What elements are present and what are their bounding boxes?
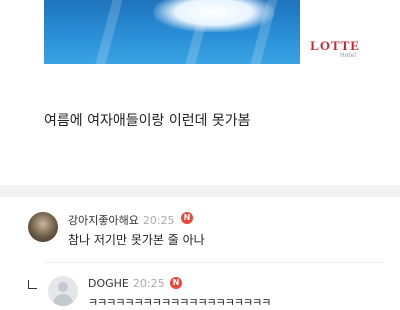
section-divider	[0, 185, 400, 197]
reply-arrow-icon	[28, 280, 37, 289]
reply-divider	[44, 262, 384, 263]
avatar-body	[53, 294, 73, 306]
comment-nickname[interactable]: 강아지좋아해요	[68, 214, 139, 227]
comment-time: 20:25	[142, 214, 175, 227]
comment-text: ㅋㅋㅋㅋㅋㅋㅋㅋㅋㅋㅋㅋㅋㅋㅋㅋㅋㅋㅋㅋ	[88, 296, 271, 309]
water-splash	[154, 0, 274, 32]
comment-meta: DOGHE 20:25	[88, 277, 165, 290]
default-avatar-icon[interactable]	[48, 276, 78, 306]
comment-time: 20:25	[132, 277, 165, 290]
comment-nickname[interactable]: DOGHE	[88, 277, 129, 290]
new-badge-icon: N	[181, 212, 193, 224]
avatar[interactable]	[28, 212, 58, 242]
slide-stripe	[95, 0, 123, 64]
avatar-head	[58, 282, 68, 292]
comment-meta: 강아지좋아해요 20:25	[68, 212, 175, 228]
new-badge-icon: N	[170, 277, 182, 289]
post-image[interactable]: LOTTE Hotel	[44, 0, 364, 64]
post-text: 여름에 여자애들이랑 이런데 못가봄	[44, 113, 251, 129]
watermark-sub: Hotel	[340, 52, 356, 59]
comment-text: 참나 저기만 못가본 줄 아나	[68, 233, 205, 247]
